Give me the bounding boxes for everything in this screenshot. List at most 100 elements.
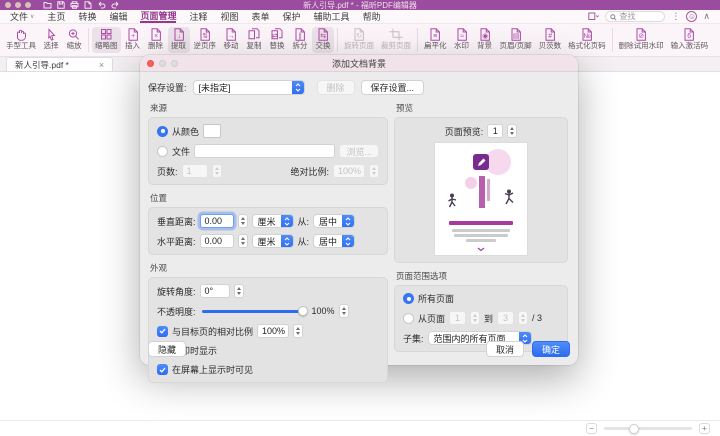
collapse-ribbon-icon[interactable]: ∧: [703, 12, 710, 21]
vertical-from-select[interactable]: 居中: [313, 214, 355, 228]
save-icon[interactable]: [57, 1, 65, 9]
hide-button[interactable]: 隐藏: [148, 341, 186, 357]
source-section: 从颜色 文件 浏览... 页数: 1 绝对比例:: [148, 117, 388, 185]
all-pages-radio[interactable]: [403, 293, 414, 304]
horizontal-from-select[interactable]: 居中: [313, 234, 355, 248]
from-color-radio[interactable]: [157, 126, 168, 137]
quick-tools-icon[interactable]: [588, 8, 599, 26]
search-input[interactable]: [619, 12, 659, 21]
tab-close-icon[interactable]: ×: [99, 60, 104, 70]
menu-tab-view[interactable]: 视图: [221, 10, 239, 23]
document-tab[interactable]: 新人引导.pdf * ×: [6, 57, 113, 71]
ribbon-button-select[interactable]: 选择·: [40, 27, 62, 53]
all-pages-label: 所有页面: [418, 292, 454, 305]
more-options-icon[interactable]: ⋮: [671, 12, 680, 21]
menu-tab-form[interactable]: 表单: [252, 10, 270, 23]
ribbon-button-label: 旋转页面: [344, 42, 374, 50]
ribbon-button-thumbnails[interactable]: 缩略图: [92, 27, 121, 53]
opacity-slider-thumb[interactable]: [298, 306, 308, 316]
ribbon-button-header-footer[interactable]: ▤页眉/页脚: [497, 27, 535, 53]
ribbon-button-split[interactable]: ∥拆分: [289, 27, 311, 53]
open-file-icon[interactable]: [43, 1, 52, 9]
color-swatch[interactable]: [203, 124, 221, 138]
dialog-close-button[interactable]: [147, 60, 154, 67]
ribbon-button-replace[interactable]: ⇄替换: [266, 27, 288, 53]
menu-tab-protect[interactable]: 保护: [283, 10, 301, 23]
window-close-button[interactable]: [5, 2, 11, 8]
save-setting-button[interactable]: 保存设置...: [361, 80, 425, 95]
chevron-updown-icon: [342, 234, 354, 248]
undo-icon[interactable]: [97, 1, 106, 9]
doc-icon: 6: [681, 28, 697, 42]
window-minimize-button[interactable]: [15, 2, 21, 8]
vertical-distance-stepper[interactable]: [238, 214, 248, 228]
file-path-input[interactable]: [194, 144, 335, 158]
page-preview-stepper[interactable]: [507, 124, 517, 138]
page-range-radio[interactable]: [403, 313, 414, 324]
menu-tab-help[interactable]: 帮助: [363, 10, 381, 23]
menu-tab-comment[interactable]: 注释: [189, 10, 207, 23]
saved-settings-select[interactable]: [未指定]: [193, 80, 305, 95]
redo-icon[interactable]: [111, 1, 120, 9]
rotation-input[interactable]: 0°: [200, 284, 230, 298]
show-on-screen-checkbox[interactable]: [157, 364, 168, 375]
relative-scale-checkbox[interactable]: [157, 326, 168, 337]
vertical-from-label: 从:: [298, 215, 310, 228]
ribbon-button-swap[interactable]: ⇆交换: [312, 27, 334, 53]
headline-text-line: [449, 221, 513, 225]
zoom-slider-thumb[interactable]: [629, 424, 639, 434]
cancel-button[interactable]: 取消: [486, 341, 524, 357]
ribbon-button-zoom[interactable]: 缩放·: [63, 27, 85, 53]
relative-scale-label: 与目标页的相对比例: [172, 325, 253, 338]
ok-button[interactable]: 确定: [532, 341, 570, 357]
rotation-stepper[interactable]: [234, 284, 244, 298]
relative-scale-stepper[interactable]: [293, 324, 303, 338]
zoom-out-button[interactable]: −: [586, 423, 597, 434]
menu-tab-file[interactable]: 文件∨: [10, 10, 34, 23]
horizontal-unit-select[interactable]: 厘米: [252, 234, 294, 248]
menu-tab-accessibility-tools[interactable]: 辅助工具: [314, 10, 350, 23]
ribbon-button-extract[interactable]: ↓提取: [168, 27, 190, 53]
ribbon-button-reverse-page-order[interactable]: ⇅逆页序: [191, 27, 220, 53]
zoom-slider[interactable]: [604, 427, 692, 430]
svg-text:≈: ≈: [460, 34, 464, 41]
menu-tab-page-management[interactable]: 页面管理: [140, 10, 176, 23]
ribbon-button-bates-number[interactable]: #贝茨数: [536, 27, 565, 53]
ribbon-button-hand-tool[interactable]: 手型工具: [3, 27, 39, 53]
ribbon-button-format-page-numbers[interactable]: №格式化页码: [565, 27, 609, 53]
relative-scale-input[interactable]: 100%: [257, 324, 289, 338]
ribbon-button-label: 拆分: [293, 42, 308, 50]
page-preview-input[interactable]: 1: [487, 124, 503, 138]
ribbon-button-flatten[interactable]: ≡扁平化: [421, 27, 450, 53]
print-icon[interactable]: [70, 1, 79, 9]
zoom-in-button[interactable]: +: [699, 423, 710, 434]
from-file-radio[interactable]: [157, 146, 168, 157]
menu-tab-convert[interactable]: 转换: [78, 10, 96, 23]
ribbon-button-watermark[interactable]: ≈水印: [451, 27, 473, 53]
ribbon-button-move[interactable]: →移动: [220, 27, 242, 53]
absolute-scale-stepper: [369, 164, 379, 178]
vertical-distance-input[interactable]: 0.00: [200, 214, 234, 228]
new-document-icon[interactable]: [84, 1, 92, 9]
account-avatar[interactable]: ☺: [686, 11, 697, 22]
ribbon-button-insert[interactable]: +插入·: [122, 27, 144, 53]
ribbon-button-remove-trial-watermark[interactable]: ⊘删除试用水印: [616, 27, 667, 53]
vertical-unit-select[interactable]: 厘米: [252, 214, 294, 228]
search-box[interactable]: [605, 11, 665, 22]
opacity-stepper[interactable]: [339, 304, 349, 318]
menu-tab-edit[interactable]: 编辑: [109, 10, 127, 23]
horizontal-distance-input[interactable]: 0.00: [200, 234, 234, 248]
to-page-label: 到: [484, 312, 493, 325]
appearance-section-title: 外观: [150, 262, 388, 274]
absolute-scale-field: 100%: [333, 164, 365, 178]
ribbon-button-background[interactable]: ◉背景: [474, 27, 496, 53]
opacity-slider[interactable]: [202, 310, 306, 313]
menu-tab-home[interactable]: 主页: [47, 10, 65, 23]
ribbon-button-duplicate[interactable]: 复制: [243, 27, 265, 53]
svg-text:◉: ◉: [482, 34, 488, 41]
ribbon-button-enter-activation-code[interactable]: 6输入激活码: [668, 27, 712, 53]
window-zoom-button[interactable]: [25, 2, 31, 8]
doc-icon: →: [223, 28, 239, 42]
horizontal-distance-stepper[interactable]: [238, 234, 248, 248]
ribbon-button-delete[interactable]: ×删除: [145, 27, 167, 53]
